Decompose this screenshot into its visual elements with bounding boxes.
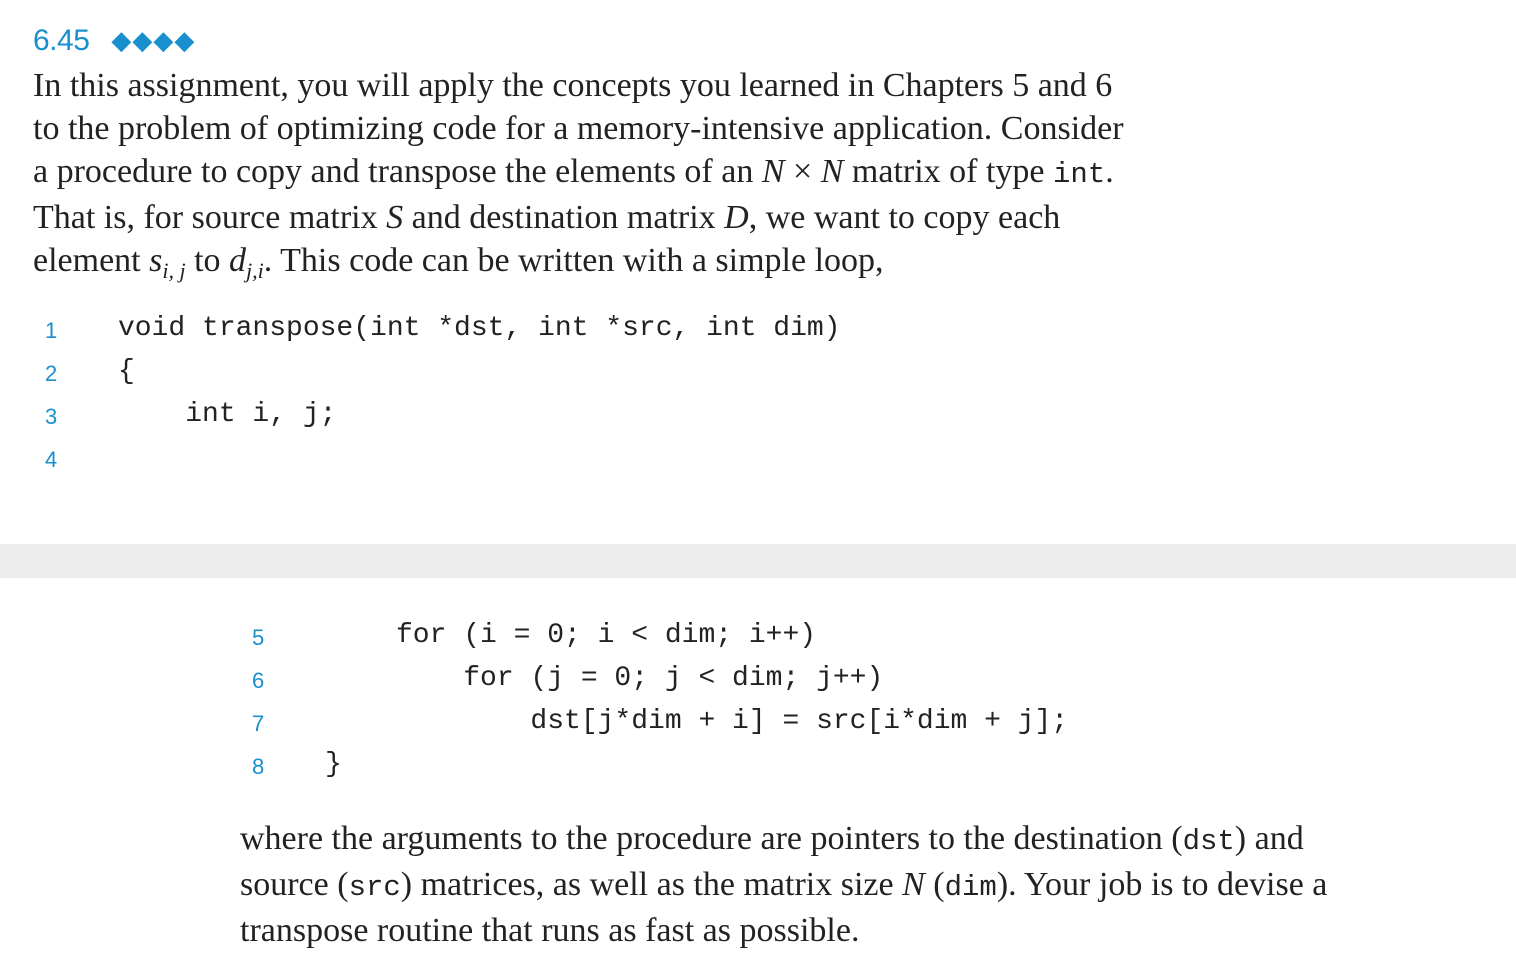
exercise-number: 6.45 (33, 24, 90, 57)
code-line: void transpose(int *dst, int *src, int d… (118, 313, 841, 344)
outro-line-3: transpose routine that runs as fast as p… (240, 912, 860, 949)
difficulty-diamonds-icon: ◆◆◆◆ (111, 26, 196, 56)
intro-line-4: That is, for source matrix S and destina… (33, 199, 1061, 236)
intro-line-2: to the problem of optimizing code for a … (33, 110, 1124, 147)
page-break-divider (0, 544, 1516, 578)
line-number: 4 (45, 447, 58, 472)
code-line: { (118, 356, 135, 387)
inline-code-src: src (348, 871, 401, 904)
code-line: dst[j*dim + i] = src[i*dim + j]; (396, 706, 1069, 737)
code-line: } (325, 749, 342, 780)
line-number: 5 (252, 625, 265, 650)
line-number: 6 (252, 668, 265, 693)
intro-line-1: In this assignment, you will apply the c… (33, 67, 1113, 104)
inline-code-dst: dst (1182, 825, 1235, 858)
inline-code-int: int (1053, 158, 1106, 191)
line-number: 3 (45, 404, 58, 429)
line-number: 1 (45, 318, 58, 343)
line-number: 7 (252, 711, 265, 736)
outro-line-2: source (src) matrices, as well as the ma… (240, 866, 1328, 904)
intro-paragraph: In this assignment, you will apply the c… (33, 64, 1265, 292)
outro-line-1: where the arguments to the procedure are… (240, 820, 1304, 858)
exercise-header: 6.45 ◆◆◆◆ (33, 24, 195, 58)
inline-code-dim: dim (944, 871, 997, 904)
code-line: for (i = 0; i < dim; i++) (396, 620, 817, 651)
code-line: for (j = 0; j < dim; j++) (396, 663, 884, 694)
intro-line-5: element si, j to dj,i. This code can be … (33, 242, 884, 283)
intro-line-3: a procedure to copy and transpose the el… (33, 153, 1114, 191)
code-line: int i, j; (118, 399, 337, 430)
line-number: 2 (45, 361, 58, 386)
outro-paragraph: where the arguments to the procedure are… (240, 817, 1474, 952)
line-number: 8 (252, 754, 265, 779)
